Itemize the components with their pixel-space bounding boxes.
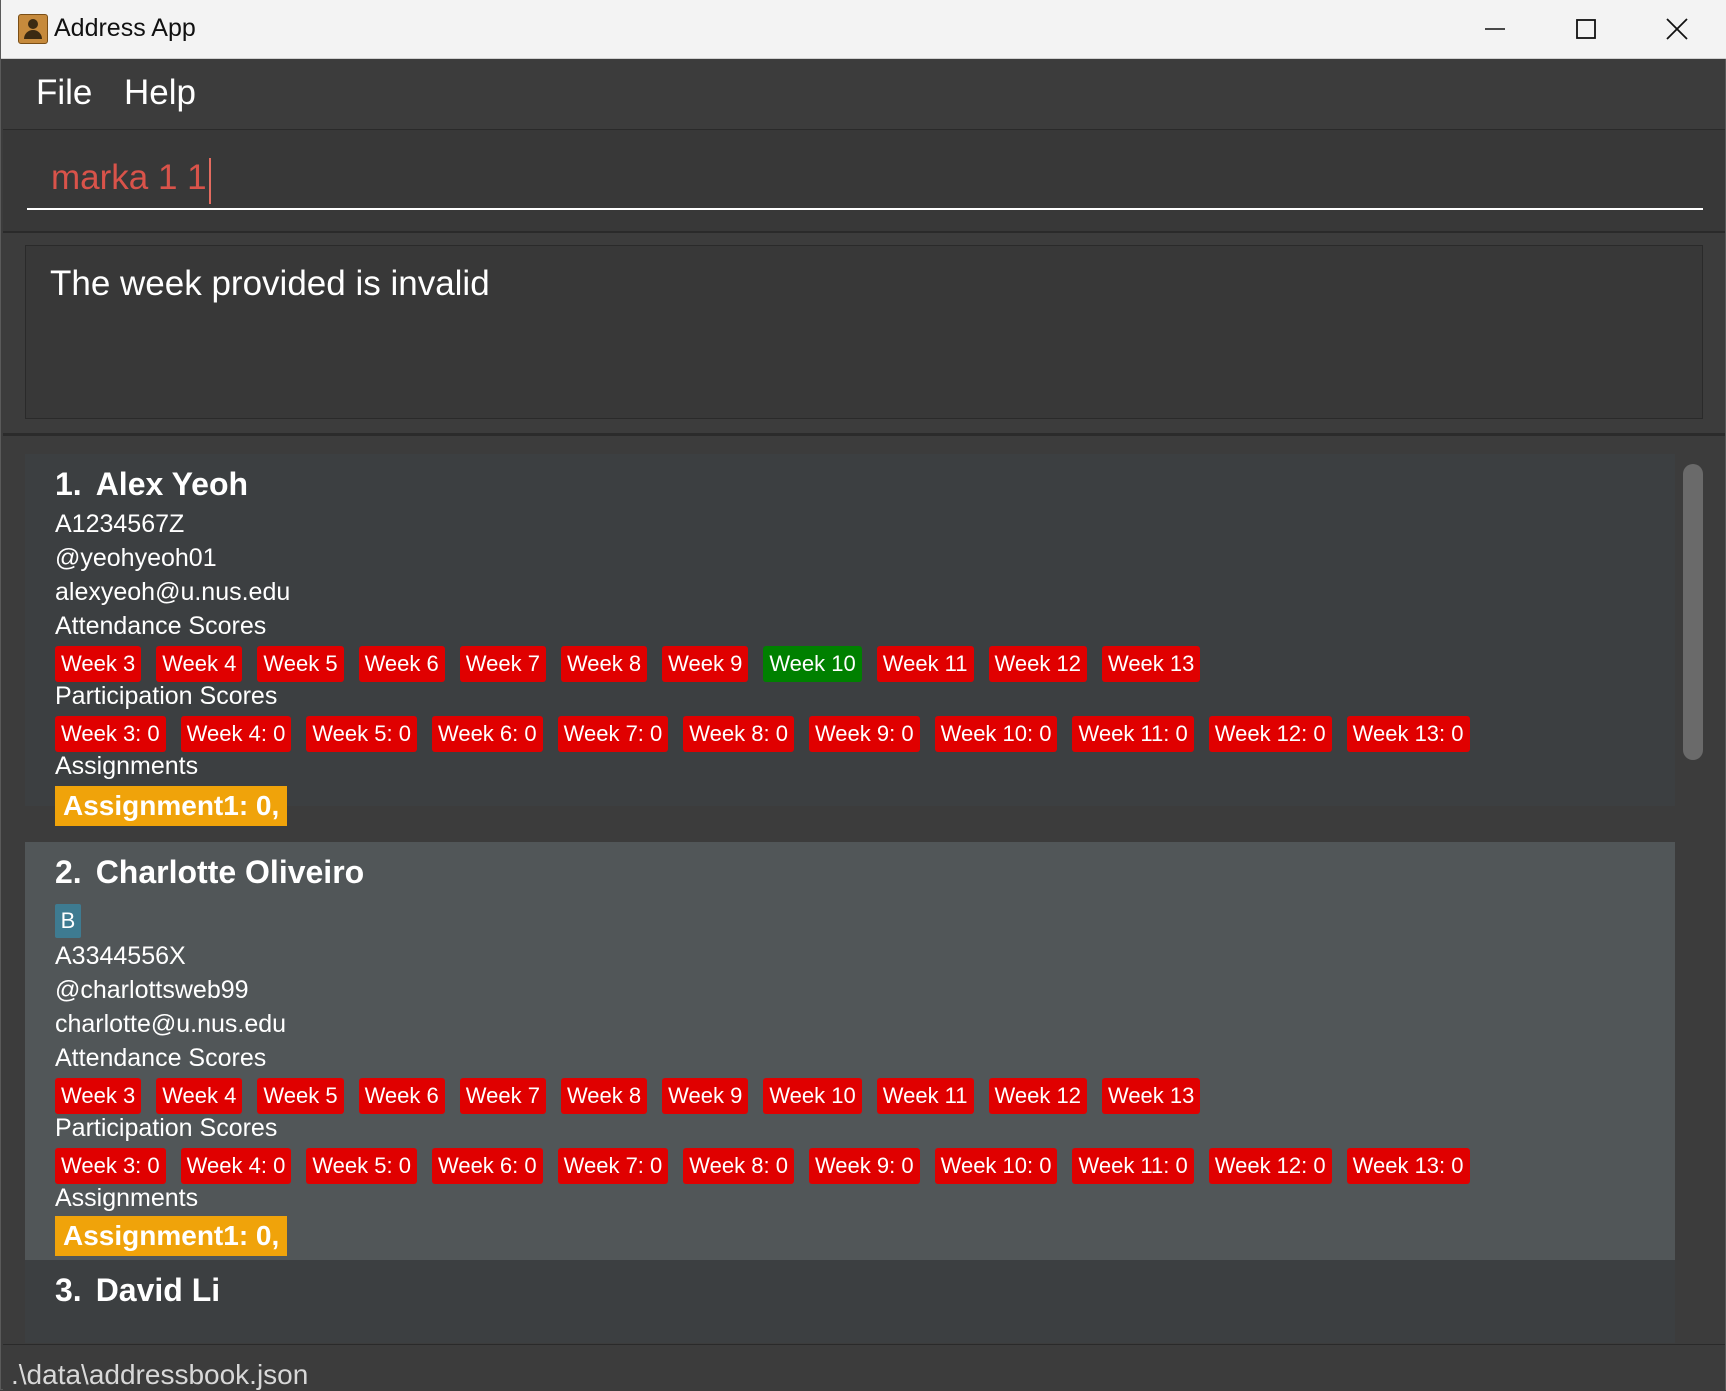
attendance-chip: Week 3	[55, 646, 142, 682]
maximize-icon	[1576, 19, 1596, 39]
close-button[interactable]	[1633, 0, 1721, 58]
address-book-icon	[18, 14, 48, 44]
email: charlotte@u.nus.edu	[55, 1010, 287, 1038]
title-bar[interactable]: Address App	[1, 0, 1726, 59]
attendance-chip: Week 5	[257, 1078, 344, 1114]
student-id: A3344556X	[55, 942, 186, 970]
participation-chip: Week 11: 0	[1072, 716, 1194, 752]
status-bar: .\data\addressbook.json	[3, 1344, 1725, 1390]
attendance-chip: Week 11	[876, 646, 974, 682]
person-header: 3. David Li	[55, 1272, 220, 1309]
result-box[interactable]: The week provided is invalid	[25, 245, 1703, 419]
participation-chip: Week 8: 0	[683, 716, 794, 752]
menu-bar: File Help	[3, 59, 1725, 130]
assignments-label: Assignments	[55, 752, 199, 780]
participation-chip: Week 11: 0	[1072, 1148, 1194, 1184]
attendance-chip: Week 7	[459, 1078, 546, 1114]
attendance-chip: Week 3	[55, 1078, 142, 1114]
participation-chip: Week 9: 0	[808, 1148, 920, 1184]
minimize-button[interactable]	[1451, 0, 1539, 58]
person-name: David Li	[95, 1272, 221, 1308]
result-message: The week provided is invalid	[50, 264, 490, 303]
menu-help[interactable]: Help	[124, 73, 196, 113]
person-card[interactable]: 2. Charlotte Oliveiro B A3344556X @charlo…	[25, 842, 1675, 1260]
attendance-chip: Week 11	[876, 1078, 974, 1114]
attendance-chip: Week 8	[560, 1078, 648, 1114]
person-index: 2.	[55, 854, 82, 890]
participation-chip: Week 13: 0	[1346, 716, 1470, 752]
participation-chip: Week 10: 0	[934, 1148, 1058, 1184]
app-window: Address App File Help marka 1 1 The week…	[0, 0, 1726, 1390]
command-input[interactable]: marka 1 1	[27, 150, 1703, 210]
attendance-chips: Week 3 Week 4 Week 5 Week 6 Week 7 Week …	[55, 646, 1201, 682]
participation-label: Participation Scores	[55, 1114, 278, 1142]
participation-chip: Week 6: 0	[431, 716, 543, 752]
participation-chip: Week 5: 0	[306, 1148, 417, 1184]
minimize-icon	[1485, 28, 1505, 30]
person-card[interactable]: 3. David Li	[25, 1260, 1675, 1343]
person-name: Alex Yeoh	[95, 466, 249, 502]
student-id: A1234567Z	[55, 510, 185, 538]
attendance-chips: Week 3 Week 4 Week 5 Week 6 Week 7 Week …	[55, 1078, 1201, 1114]
command-box: marka 1 1	[3, 130, 1725, 233]
person-list[interactable]: 1. Alex Yeoh A1234567Z @yeohyeoh01 alexye…	[3, 436, 1725, 1343]
participation-chip: Week 4: 0	[180, 1148, 292, 1184]
participation-label: Participation Scores	[55, 682, 278, 710]
participation-chip: Week 7: 0	[557, 716, 669, 752]
text-caret	[209, 158, 211, 204]
assignment-chip: Assignment1: 0,	[55, 786, 288, 826]
participation-chips: Week 3: 0 Week 4: 0 Week 5: 0 Week 6: 0 …	[55, 1148, 1470, 1184]
result-display: The week provided is invalid	[3, 233, 1725, 436]
attendance-chip: Week 9	[662, 1078, 749, 1114]
telegram-handle: @charlottsweb99	[55, 976, 249, 1004]
close-icon	[1666, 18, 1688, 40]
email: alexyeoh@u.nus.edu	[55, 578, 291, 606]
tag-badge: B	[55, 904, 81, 938]
command-text: marka 1 1	[51, 158, 207, 197]
person-header: 1. Alex Yeoh	[55, 466, 248, 503]
scrollbar-thumb[interactable]	[1683, 464, 1703, 760]
participation-chip: Week 7: 0	[557, 1148, 669, 1184]
attendance-label: Attendance Scores	[55, 1044, 267, 1072]
participation-chip: Week 5: 0	[306, 716, 417, 752]
attendance-chip: Week 5	[257, 646, 344, 682]
attendance-chip: Week 4	[156, 1078, 243, 1114]
attendance-chip: Week 13	[1101, 646, 1201, 682]
attendance-chip: Week 13	[1101, 1078, 1201, 1114]
participation-chip: Week 10: 0	[934, 716, 1058, 752]
attendance-chip: Week 6	[358, 646, 445, 682]
menu-file[interactable]: File	[36, 73, 92, 113]
participation-chip: Week 12: 0	[1208, 716, 1332, 752]
attendance-chip: Week 6	[358, 1078, 445, 1114]
attendance-label: Attendance Scores	[55, 612, 267, 640]
participation-chip: Week 12: 0	[1208, 1148, 1332, 1184]
assignment-chip: Assignment1: 0,	[55, 1216, 288, 1256]
person-index: 3.	[55, 1272, 82, 1308]
participation-chip: Week 8: 0	[683, 1148, 794, 1184]
participation-chip: Week 4: 0	[180, 716, 292, 752]
window-title: Address App	[54, 14, 196, 42]
assignments-label: Assignments	[55, 1184, 199, 1212]
attendance-chip: Week 12	[988, 646, 1087, 682]
participation-chip: Week 9: 0	[808, 716, 920, 752]
person-card[interactable]: 1. Alex Yeoh A1234567Z @yeohyeoh01 alexye…	[25, 454, 1675, 826]
save-location: .\data\addressbook.json	[11, 1359, 309, 1390]
maximize-button[interactable]	[1542, 0, 1630, 58]
participation-chip: Week 3: 0	[55, 716, 166, 752]
person-name: Charlotte Oliveiro	[95, 854, 365, 890]
participation-chip: Week 13: 0	[1346, 1148, 1470, 1184]
attendance-chip: Week 10	[763, 646, 862, 682]
attendance-chip: Week 10	[763, 1078, 862, 1114]
person-index: 1.	[55, 466, 82, 502]
attendance-chip: Week 9	[662, 646, 749, 682]
person-header: 2. Charlotte Oliveiro	[55, 854, 364, 891]
attendance-chip: Week 8	[560, 646, 648, 682]
telegram-handle: @yeohyeoh01	[55, 544, 217, 572]
attendance-chip: Week 4	[156, 646, 243, 682]
participation-chip: Week 3: 0	[55, 1148, 166, 1184]
attendance-chip: Week 7	[459, 646, 546, 682]
attendance-chip: Week 12	[988, 1078, 1087, 1114]
participation-chip: Week 6: 0	[431, 1148, 543, 1184]
participation-chips: Week 3: 0 Week 4: 0 Week 5: 0 Week 6: 0 …	[55, 716, 1470, 752]
